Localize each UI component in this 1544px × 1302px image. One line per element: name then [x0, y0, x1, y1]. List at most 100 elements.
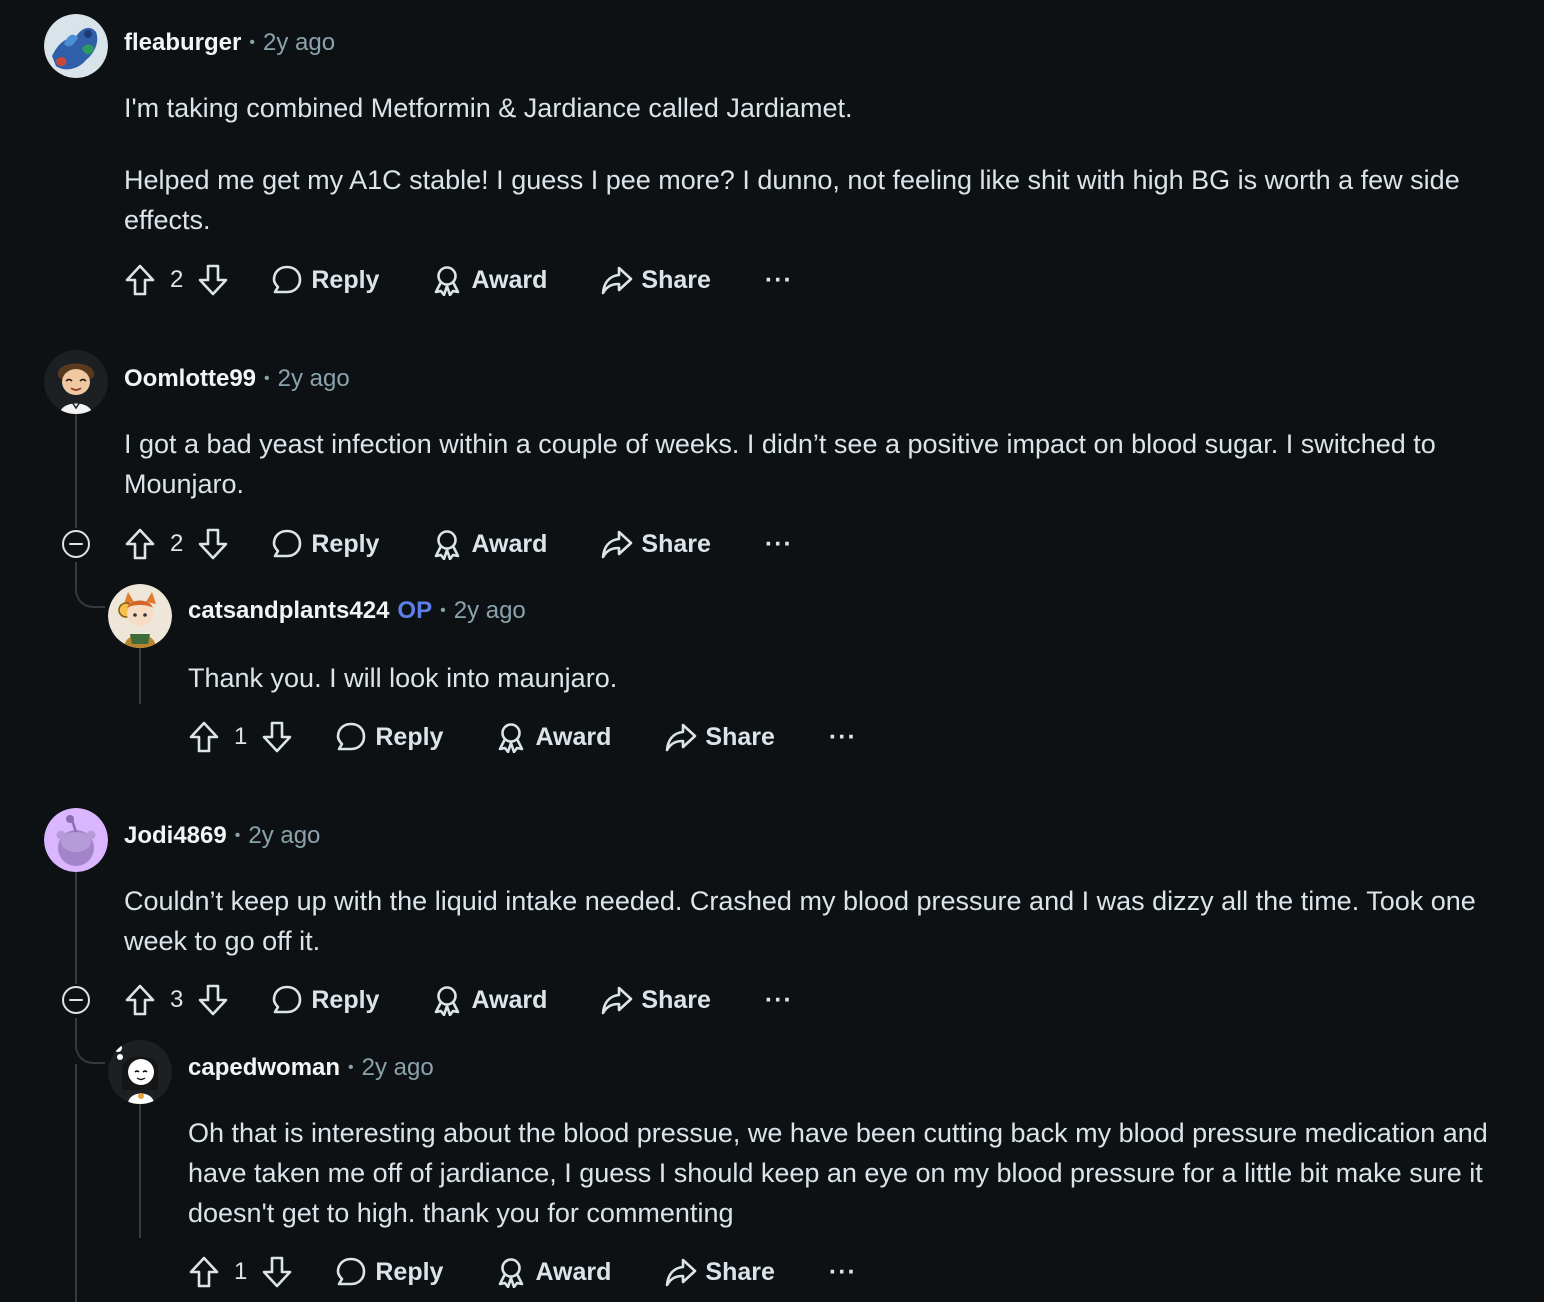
share-button[interactable]: Share [601, 264, 711, 296]
share-label: Share [641, 265, 711, 294]
comment-actions: 1 Reply Award Share ··· [188, 1250, 857, 1294]
reply-label: Reply [311, 985, 380, 1014]
share-icon [665, 721, 697, 753]
username[interactable]: Oomlotte99 [124, 365, 256, 393]
thread-line[interactable] [75, 414, 77, 528]
reply-button[interactable]: Reply [335, 721, 443, 753]
downvote-icon[interactable] [197, 263, 229, 297]
collapse-thread-button[interactable] [62, 530, 90, 558]
upvote-icon[interactable] [188, 1255, 220, 1289]
avatar[interactable] [44, 14, 108, 78]
award-button[interactable]: Award [495, 1256, 611, 1288]
collapse-thread-button[interactable] [62, 986, 90, 1014]
meta-separator: • [234, 827, 241, 844]
share-button[interactable]: Share [601, 528, 711, 560]
comment-paragraph: Couldn’t keep up with the liquid intake … [124, 886, 1476, 956]
award-button[interactable]: Award [431, 984, 547, 1016]
award-icon [495, 721, 527, 753]
downvote-icon[interactable] [261, 720, 293, 754]
more-options-button[interactable]: ··· [765, 266, 793, 295]
comment-meta: capedwoman • 2y ago [188, 1053, 434, 1083]
upvote-icon[interactable] [124, 983, 156, 1017]
reply-button[interactable]: Reply [271, 984, 379, 1016]
reply-button[interactable]: Reply [335, 1256, 443, 1288]
share-button[interactable]: Share [665, 721, 775, 753]
thread-line[interactable] [139, 648, 141, 704]
thread-line[interactable] [75, 1064, 77, 1302]
comment-thread: fleaburger • 2y ago I'm taking combined … [0, 0, 1544, 1302]
timestamp[interactable]: 2y ago [362, 1054, 434, 1082]
downvote-icon[interactable] [197, 983, 229, 1017]
share-button[interactable]: Share [665, 1256, 775, 1288]
username[interactable]: fleaburger [124, 29, 241, 57]
comment-body: I got a bad yeast infection within a cou… [124, 424, 1524, 504]
thread-line[interactable] [139, 1104, 141, 1238]
comment-paragraph: Helped me get my A1C stable! I guess I p… [124, 165, 1460, 235]
award-icon [495, 1256, 527, 1288]
thread-branch [75, 572, 105, 608]
vote-group: 2 [124, 263, 229, 297]
more-options-button[interactable]: ··· [765, 986, 793, 1015]
share-label: Share [641, 985, 711, 1014]
reply-label: Reply [375, 722, 444, 751]
award-button[interactable]: Award [495, 721, 611, 753]
timestamp[interactable]: 2y ago [454, 597, 526, 625]
username[interactable]: catsandplants424 [188, 597, 389, 625]
username[interactable]: capedwoman [188, 1054, 340, 1082]
vote-count: 3 [170, 986, 184, 1013]
award-icon [431, 264, 463, 296]
reply-icon [335, 1256, 367, 1288]
reply-label: Reply [375, 1257, 444, 1286]
more-options-button[interactable]: ··· [829, 723, 857, 752]
comment-body: Oh that is interesting about the blood p… [188, 1113, 1508, 1233]
reply-button[interactable]: Reply [271, 264, 379, 296]
avatar[interactable] [108, 1040, 172, 1104]
vote-count: 1 [234, 1258, 248, 1285]
share-label: Share [705, 722, 775, 751]
award-label: Award [471, 529, 548, 558]
avatar[interactable] [44, 350, 108, 414]
more-options-button[interactable]: ··· [765, 530, 793, 559]
upvote-icon[interactable] [124, 263, 156, 297]
comment-paragraph: Thank you. I will look into maunjaro. [188, 663, 618, 693]
share-button[interactable]: Share [601, 984, 711, 1016]
comment-actions: 2 Reply Award Share ··· [124, 522, 793, 566]
timestamp[interactable]: 2y ago [263, 29, 335, 57]
award-icon [431, 984, 463, 1016]
downvote-icon[interactable] [197, 527, 229, 561]
award-label: Award [471, 985, 548, 1014]
reply-button[interactable]: Reply [271, 528, 379, 560]
reply-label: Reply [311, 529, 380, 558]
award-button[interactable]: Award [431, 528, 547, 560]
thread-line[interactable] [75, 872, 77, 984]
comment-meta: catsandplants424 OP • 2y ago [188, 596, 526, 626]
reply-icon [271, 264, 303, 296]
upvote-icon[interactable] [188, 720, 220, 754]
upvote-icon[interactable] [124, 527, 156, 561]
share-label: Share [641, 529, 711, 558]
meta-separator: • [348, 1059, 354, 1076]
comment-meta: fleaburger • 2y ago [124, 28, 335, 58]
vote-count: 1 [234, 723, 248, 750]
timestamp[interactable]: 2y ago [278, 365, 350, 393]
comment-body: Thank you. I will look into maunjaro. [188, 658, 1508, 698]
username[interactable]: Jodi4869 [124, 822, 227, 850]
comment-paragraph: I got a bad yeast infection within a cou… [124, 429, 1436, 499]
meta-separator: • [249, 34, 255, 51]
award-button[interactable]: Award [431, 264, 547, 296]
vote-group: 2 [124, 527, 229, 561]
award-label: Award [471, 265, 548, 294]
award-label: Award [535, 722, 612, 751]
vote-count: 2 [170, 530, 184, 557]
comment-paragraph: Oh that is interesting about the blood p… [188, 1118, 1488, 1228]
avatar[interactable] [44, 808, 108, 872]
vote-group: 1 [188, 1255, 293, 1289]
more-options-button[interactable]: ··· [829, 1258, 857, 1287]
downvote-icon[interactable] [261, 1255, 293, 1289]
avatar[interactable] [108, 584, 172, 648]
comment-actions: 3 Reply Award Share ··· [124, 978, 793, 1022]
reply-label: Reply [311, 265, 380, 294]
timestamp[interactable]: 2y ago [248, 822, 320, 850]
comment-actions: 2 Reply Award Share ··· [124, 258, 793, 302]
vote-count: 2 [170, 266, 184, 293]
